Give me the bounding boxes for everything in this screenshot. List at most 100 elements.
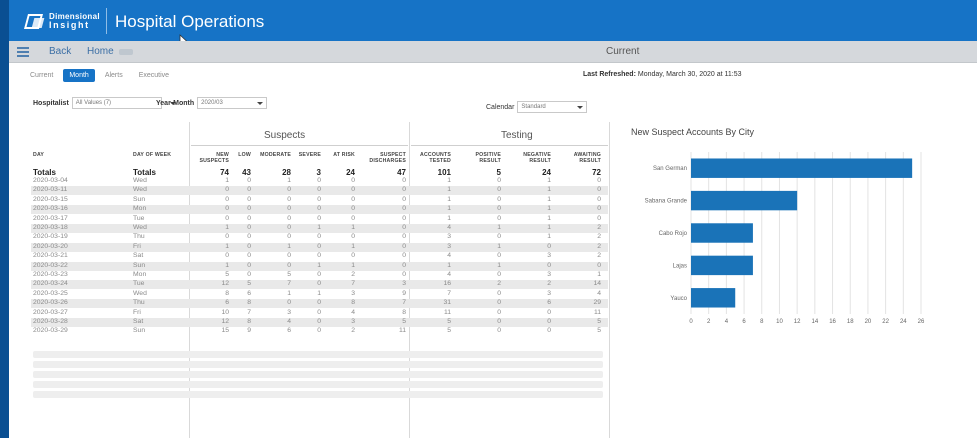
table-cell: 8 <box>351 299 355 307</box>
table-cell: 3 <box>447 242 451 250</box>
column-divider <box>609 122 610 438</box>
table-cell: 2020-03-24 <box>33 280 68 288</box>
col-header-accounts-tested[interactable]: Accounts Tested <box>413 152 451 164</box>
category-label: Yauco <box>670 296 687 302</box>
tab-executive[interactable]: Executive <box>133 69 175 82</box>
x-tick-label: 10 <box>776 319 783 325</box>
calendar-select[interactable]: Standard <box>517 101 588 113</box>
tab-current[interactable]: Current <box>24 69 59 82</box>
table-cell: Sat <box>133 252 144 260</box>
table-cell: 1 <box>547 195 551 203</box>
table-cell: 0 <box>402 271 406 278</box>
table-cell: 0 <box>597 186 601 194</box>
col-header-day[interactable]: Day <box>33 152 44 158</box>
hospitalist-label: Hospitalist <box>33 99 69 107</box>
table-row[interactable]: 2020-03-23 Mon 5 0 5 0 2 0 4 0 3 1 <box>31 271 608 280</box>
table-cell: 3 <box>547 271 551 278</box>
table-row[interactable]: 2020-03-22 Sun 1 0 0 1 1 0 1 1 0 0 <box>31 261 608 271</box>
bar-sabana-grande[interactable] <box>691 190 798 211</box>
tab-month[interactable]: Month <box>63 69 95 82</box>
table-row[interactable]: 2020-03-20 Fri 1 0 1 0 1 0 3 1 0 2 <box>31 242 608 252</box>
table-row[interactable]: 2020-03-15 Sun 0 0 0 0 0 0 1 0 1 0 <box>31 196 608 205</box>
group-underline <box>411 145 608 146</box>
table-row[interactable]: 2020-03-28 Sat 12 8 4 0 3 5 5 0 0 5 <box>31 318 608 327</box>
table-cell: 1 <box>597 271 601 278</box>
menu-icon[interactable] <box>17 47 29 57</box>
col-header-moderate[interactable]: Moderate <box>253 152 291 158</box>
totals-row[interactable]: Totals Totals 74 43 28 3 24 47 101 5 24 72 <box>31 168 608 177</box>
table-cell: 1 <box>351 242 355 250</box>
tab-alerts[interactable]: Alerts <box>99 69 129 82</box>
col-header-day-of-week[interactable]: Day of Week <box>133 152 171 158</box>
bar-yauco[interactable] <box>691 288 736 308</box>
table-row[interactable]: 2020-03-16 Mon 0 0 0 0 0 0 1 0 1 0 <box>31 205 608 215</box>
table-cell: 0 <box>351 177 355 184</box>
home-link[interactable]: Home <box>87 46 114 57</box>
table-cell: 0 <box>247 261 251 269</box>
table-cell: 0 <box>225 214 229 222</box>
col-header-low[interactable]: Low <box>231 152 251 158</box>
year-month-value: 2020/03 <box>201 100 223 106</box>
table-row[interactable]: 2020-03-11 Wed 0 0 0 0 0 0 1 0 1 0 <box>31 186 608 196</box>
table-row[interactable]: 2020-03-21 Sat 0 0 0 0 0 0 4 0 3 2 <box>31 252 608 261</box>
table-row[interactable]: 2020-03-26 Thu 6 8 0 0 8 7 31 0 6 29 <box>31 299 608 309</box>
logo-line-2: Insight <box>49 20 90 30</box>
daily-table: Suspects Testing Day Day of Week New Sus… <box>31 122 610 438</box>
table-cell: 11 <box>443 308 451 316</box>
table-row[interactable]: 2020-03-27 Fri 10 7 3 0 4 8 11 0 0 11 <box>31 309 608 318</box>
back-link[interactable]: Back <box>49 46 71 57</box>
col-header-positive-result[interactable]: Positive Result <box>461 152 501 164</box>
col-header-awaiting-result[interactable]: Awaiting Result <box>561 152 601 164</box>
col-header-suspect-discharges[interactable]: Suspect Discharges <box>358 152 406 164</box>
table-cell: 0 <box>497 299 501 307</box>
table-row[interactable]: 2020-03-18 Wed 1 0 0 1 1 0 4 1 1 2 <box>31 224 608 233</box>
table-cell: 10 <box>221 308 229 316</box>
table-row[interactable]: 2020-03-04 Wed 1 0 1 0 0 0 1 0 1 0 <box>31 177 608 186</box>
table-cell: 1 <box>497 224 501 231</box>
logo-mark-icon <box>25 12 45 30</box>
table-row[interactable]: 2020-03-25 Wed 8 6 1 1 3 9 7 0 3 4 <box>31 290 608 299</box>
table-cell: 5 <box>247 280 251 288</box>
table-row[interactable]: 2020-03-29 Sun 15 9 6 0 2 11 5 0 0 5 <box>31 327 608 336</box>
table-cell: 0 <box>547 327 551 335</box>
col-header-negative-result[interactable]: Negative Result <box>511 152 551 164</box>
table-cell: 0 <box>287 299 291 307</box>
calendar-filter: Calendar Standard <box>486 101 588 113</box>
table-cell: 0 <box>287 186 291 194</box>
table-cell: 5 <box>225 271 229 278</box>
bar-cabo-rojo[interactable] <box>691 223 753 243</box>
table-cell: 0 <box>317 252 321 260</box>
table-cell: 1 <box>447 186 451 194</box>
table-cell: 8 <box>225 289 229 297</box>
bar-san-german[interactable] <box>691 158 913 178</box>
hospitalist-select[interactable]: All Values (7) <box>71 97 162 109</box>
table-cell: 0 <box>497 186 501 194</box>
placeholder-row <box>33 390 603 398</box>
table-cell: 2020-03-15 <box>33 195 68 203</box>
table-cell: 7 <box>402 299 406 307</box>
table-cell: 0 <box>402 224 406 231</box>
placeholder-row <box>33 350 603 358</box>
table-cell: 5 <box>597 318 601 325</box>
col-header-severe[interactable]: Severe <box>293 152 321 158</box>
app-title: Hospital Operations <box>115 12 265 31</box>
table-cell: 2 <box>351 327 355 335</box>
table-cell: 0 <box>317 280 321 288</box>
table-cell: 3 <box>316 168 321 177</box>
table-cell: 0 <box>497 195 501 203</box>
col-header-at-risk[interactable]: At Risk <box>323 152 355 158</box>
col-header-new-suspects[interactable]: New Suspects <box>194 152 229 164</box>
table-cell: 1 <box>547 233 551 241</box>
table-row[interactable]: 2020-03-24 Tue 12 5 7 0 7 3 16 2 2 14 <box>31 280 608 290</box>
table-row[interactable]: 2020-03-17 Tue 0 0 0 0 0 0 1 0 1 0 <box>31 215 608 224</box>
table-cell: 2 <box>597 242 601 250</box>
table-cell: 0 <box>547 308 551 316</box>
title-bar: Dimensional Insight Hospital Operations <box>9 0 977 48</box>
table-cell: 2020-03-29 <box>33 327 68 335</box>
table-cell: 5 <box>447 318 451 325</box>
bar-lajas[interactable] <box>691 255 753 276</box>
table-cell: Fri <box>133 242 141 250</box>
year-month-select[interactable]: 2020/03 <box>197 97 268 109</box>
table-cell: 2 <box>497 280 501 288</box>
table-row[interactable]: 2020-03-19 Thu 0 0 0 0 0 0 3 0 1 2 <box>31 233 608 242</box>
